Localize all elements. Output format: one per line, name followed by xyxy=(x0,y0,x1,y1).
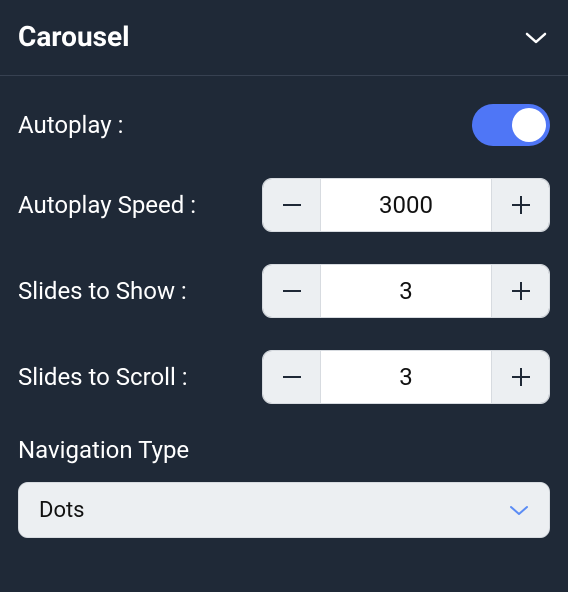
toggle-knob xyxy=(512,108,546,142)
chevron-down-icon xyxy=(509,501,529,520)
slides-to-show-row: Slides to Show : 3 xyxy=(18,264,550,318)
autoplay-speed-stepper: 3000 xyxy=(262,178,550,232)
autoplay-speed-increment-button[interactable] xyxy=(491,179,549,231)
slides-to-show-increment-button[interactable] xyxy=(491,265,549,317)
slides-to-scroll-stepper: 3 xyxy=(262,350,550,404)
collapse-chevron-icon[interactable] xyxy=(522,23,550,51)
slides-to-show-stepper: 3 xyxy=(262,264,550,318)
slides-to-show-value[interactable]: 3 xyxy=(321,265,491,317)
slides-to-scroll-increment-button[interactable] xyxy=(491,351,549,403)
navigation-type-value: Dots xyxy=(39,498,85,523)
autoplay-toggle[interactable] xyxy=(472,104,550,146)
autoplay-speed-row: Autoplay Speed : 3000 xyxy=(18,178,550,232)
panel-header[interactable]: Carousel xyxy=(0,0,568,76)
navigation-type-label: Navigation Type xyxy=(18,436,550,464)
slides-to-scroll-decrement-button[interactable] xyxy=(263,351,321,403)
autoplay-speed-label: Autoplay Speed : xyxy=(18,191,196,219)
slides-to-show-decrement-button[interactable] xyxy=(263,265,321,317)
panel-title: Carousel xyxy=(18,20,130,53)
slides-to-scroll-value[interactable]: 3 xyxy=(321,351,491,403)
autoplay-speed-value[interactable]: 3000 xyxy=(321,179,491,231)
autoplay-label: Autoplay : xyxy=(18,111,123,139)
autoplay-row: Autoplay : xyxy=(18,104,550,146)
navigation-type-select[interactable]: Dots xyxy=(18,482,550,538)
slides-to-scroll-row: Slides to Scroll : 3 xyxy=(18,350,550,404)
panel-body: Autoplay : Autoplay Speed : 3000 Slides … xyxy=(0,76,568,556)
autoplay-speed-decrement-button[interactable] xyxy=(263,179,321,231)
slides-to-scroll-label: Slides to Scroll : xyxy=(18,363,188,391)
slides-to-show-label: Slides to Show : xyxy=(18,277,187,305)
